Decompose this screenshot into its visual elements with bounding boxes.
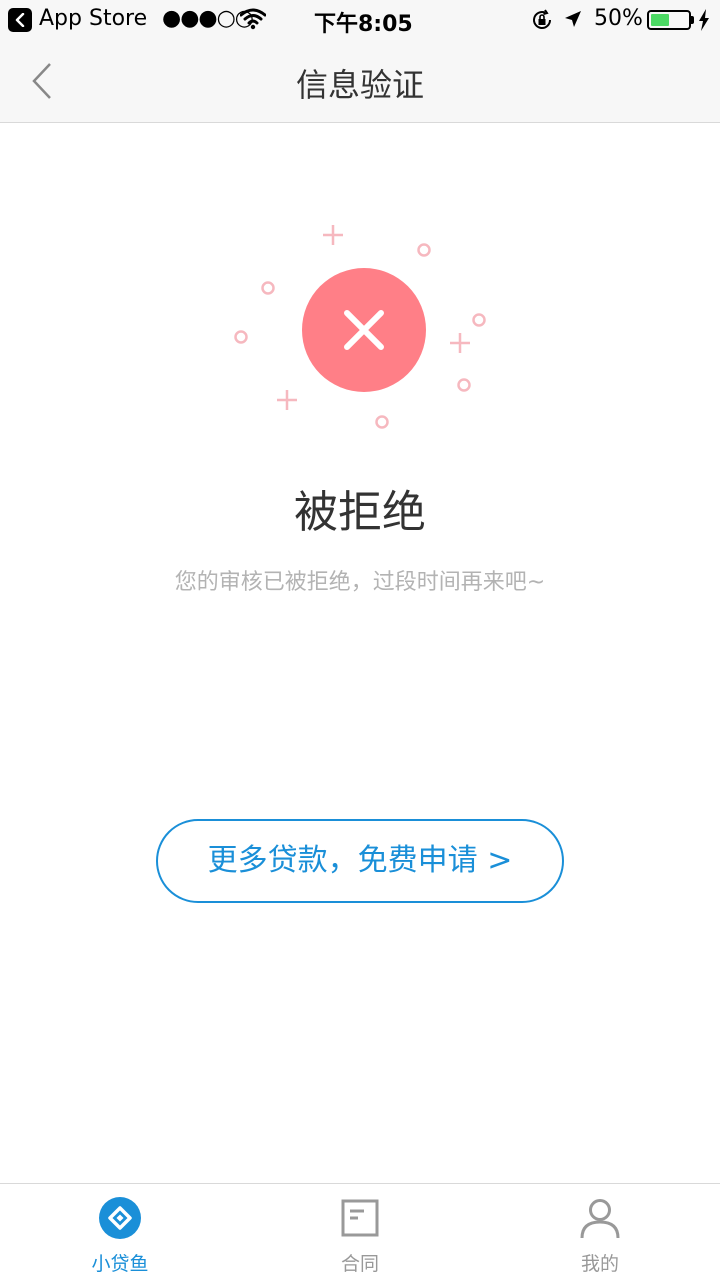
result-subtitle: 您的审核已被拒绝，过段时间再来吧~	[174, 570, 546, 595]
status-bar: App Store ●●●○○ 下午8:05 50%	[0, 0, 720, 40]
apply-more-loans-button[interactable]: 更多贷款，免费申请 >	[156, 819, 564, 903]
charging-icon	[698, 9, 710, 37]
orientation-lock-icon	[530, 8, 554, 38]
diamond-icon	[98, 1196, 142, 1240]
tab-home[interactable]: 小贷鱼	[0, 1184, 240, 1280]
tab-profile[interactable]: 我的	[480, 1184, 720, 1280]
tab-label: 小贷鱼	[91, 1253, 149, 1275]
battery-icon	[647, 10, 691, 30]
location-icon	[563, 9, 583, 35]
contract-icon	[338, 1196, 382, 1240]
result-title: 被拒绝	[294, 487, 426, 538]
tab-label: 合同	[340, 1253, 379, 1275]
reject-illustration	[220, 215, 500, 445]
navigation-bar: 信息验证	[0, 40, 720, 123]
tab-contract[interactable]: 合同	[240, 1184, 480, 1280]
reject-x-icon	[302, 268, 426, 392]
status-time: 下午8:05	[314, 12, 413, 37]
battery-tip	[691, 16, 694, 24]
tab-bar: 小贷鱼 合同 我的	[0, 1183, 720, 1280]
user-icon	[578, 1196, 622, 1240]
back-to-app-icon[interactable]	[8, 8, 32, 32]
page-title: 信息验证	[295, 66, 424, 104]
back-app-label[interactable]: App Store	[39, 6, 147, 31]
battery-percent: 50%	[594, 6, 643, 31]
tab-label: 我的	[580, 1253, 619, 1275]
wifi-icon	[239, 8, 267, 36]
battery-fill	[651, 14, 669, 26]
